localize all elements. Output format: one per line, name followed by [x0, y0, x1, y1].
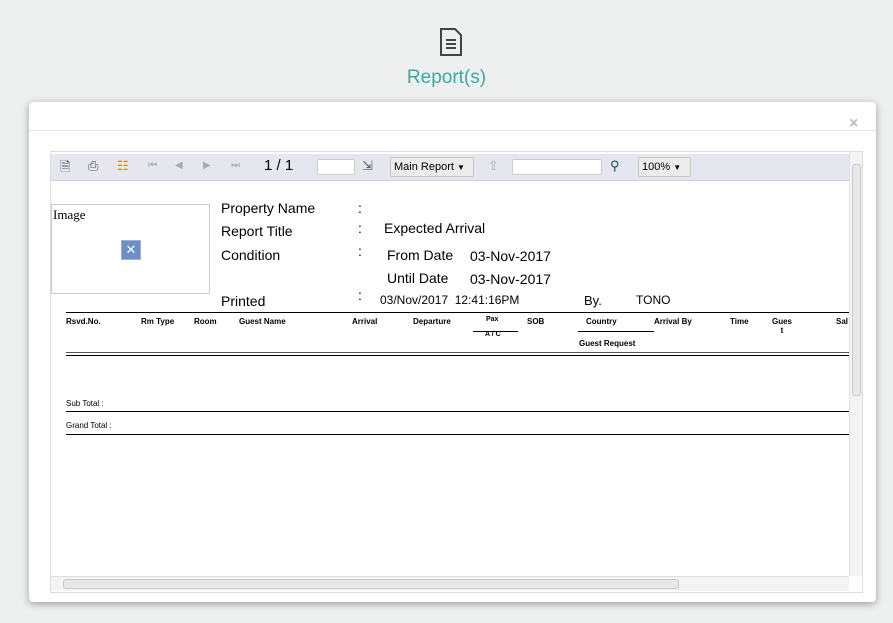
column-header: Room [194, 317, 217, 326]
print-icon[interactable]: ⎙ [88, 158, 98, 174]
zoom-select[interactable]: 100% ▼ [638, 157, 691, 177]
export-icon[interactable]: 🗎 [60, 158, 70, 180]
close-button[interactable]: × [849, 115, 858, 133]
horizontal-scrollbar[interactable] [51, 576, 849, 591]
report-modal: × 🗎 ⎙ ☷ ⏮ ◀ ▶ ⏭ 1 / 1 ⇲ Main Report ▼ ⇧ … [29, 102, 876, 602]
divider [578, 331, 654, 332]
search-input[interactable] [512, 159, 602, 175]
modal-header [29, 102, 876, 131]
goto-page-icon[interactable]: ⇲ [362, 158, 373, 174]
colon: : [358, 287, 362, 303]
logo-image-placeholder: Image ✕ [51, 204, 210, 294]
column-header: Rsvd.No. [66, 317, 101, 326]
by-label: By. [584, 293, 602, 308]
column-header: Country [586, 317, 617, 326]
report-select-value: Main Report [394, 161, 454, 173]
divider [66, 434, 849, 435]
column-header: SOB [527, 317, 545, 326]
group-tree-icon[interactable]: ☷ [117, 158, 129, 174]
column-subheader: A / C [485, 331, 501, 338]
sub-total-label: Sub Total : [66, 399, 104, 408]
document-icon [440, 28, 462, 56]
property-name-label: Property Name [221, 200, 316, 216]
broken-image-icon: ✕ [121, 240, 141, 260]
report-title-label: Report Title [221, 223, 293, 239]
report-page: Image ✕ Property Name : Report Title : E… [51, 180, 849, 576]
column-header: Arrival By [654, 317, 692, 326]
vertical-scrollbar[interactable] [849, 152, 862, 576]
report-select[interactable]: Main Report ▼ [390, 157, 474, 177]
binoculars-icon[interactable]: ⚲ [610, 158, 620, 174]
divider [66, 355, 849, 356]
report-viewer: 🗎 ⎙ ☷ ⏮ ◀ ▶ ⏭ 1 / 1 ⇲ Main Report ▼ ⇧ ⚲ … [50, 151, 863, 593]
zoom-select-value: 100% [642, 161, 671, 173]
printed-value: 03/Nov/2017 12:41:16PM [380, 293, 520, 307]
image-label: Image [53, 207, 86, 222]
up-icon[interactable]: ⇧ [488, 158, 499, 174]
column-header: Arrival [352, 317, 378, 326]
first-page-icon[interactable]: ⏮ [148, 160, 157, 171]
chevron-down-icon: ▼ [673, 163, 682, 172]
column-subheader: Guest Request [579, 339, 636, 348]
report-title-value: Expected Arrival [384, 220, 486, 236]
chevron-down-icon: ▼ [456, 163, 465, 172]
page-indicator: 1 / 1 [264, 157, 294, 174]
colon: : [358, 200, 362, 216]
until-date-value: 03-Nov-2017 [470, 271, 551, 287]
column-header: Guest Name [239, 317, 286, 326]
printed-label: Printed [221, 293, 266, 309]
from-date-label: From Date [387, 247, 454, 263]
page-title: Report(s) [406, 67, 487, 88]
column-header: Pax [486, 316, 499, 323]
scrollbar-thumb[interactable] [63, 579, 679, 589]
column-header: Time [730, 317, 749, 326]
condition-label: Condition [221, 247, 281, 263]
scrollbar-thumb[interactable] [852, 164, 861, 396]
column-header: Gues t [771, 317, 792, 335]
last-page-icon[interactable]: ⏭ [231, 160, 240, 171]
from-date-value: 03-Nov-2017 [470, 248, 551, 264]
prev-page-icon[interactable]: ◀ [175, 160, 183, 171]
divider [66, 312, 849, 313]
colon: : [358, 243, 362, 259]
by-value: TONO [636, 293, 671, 307]
column-header: Rm Type [141, 317, 175, 326]
colon: : [358, 220, 362, 236]
column-header: Departure [413, 317, 451, 326]
column-header: Sal [836, 317, 849, 326]
next-page-icon[interactable]: ▶ [203, 160, 211, 171]
until-date-label: Until Date [387, 270, 449, 286]
grand-total-label: Grand Total : [66, 421, 112, 430]
divider [66, 352, 849, 353]
goto-page-input[interactable] [317, 159, 355, 175]
divider [66, 411, 849, 412]
viewer-toolbar: 🗎 ⎙ ☷ ⏮ ◀ ▶ ⏭ 1 / 1 ⇲ Main Report ▼ ⇧ ⚲ … [51, 154, 849, 181]
